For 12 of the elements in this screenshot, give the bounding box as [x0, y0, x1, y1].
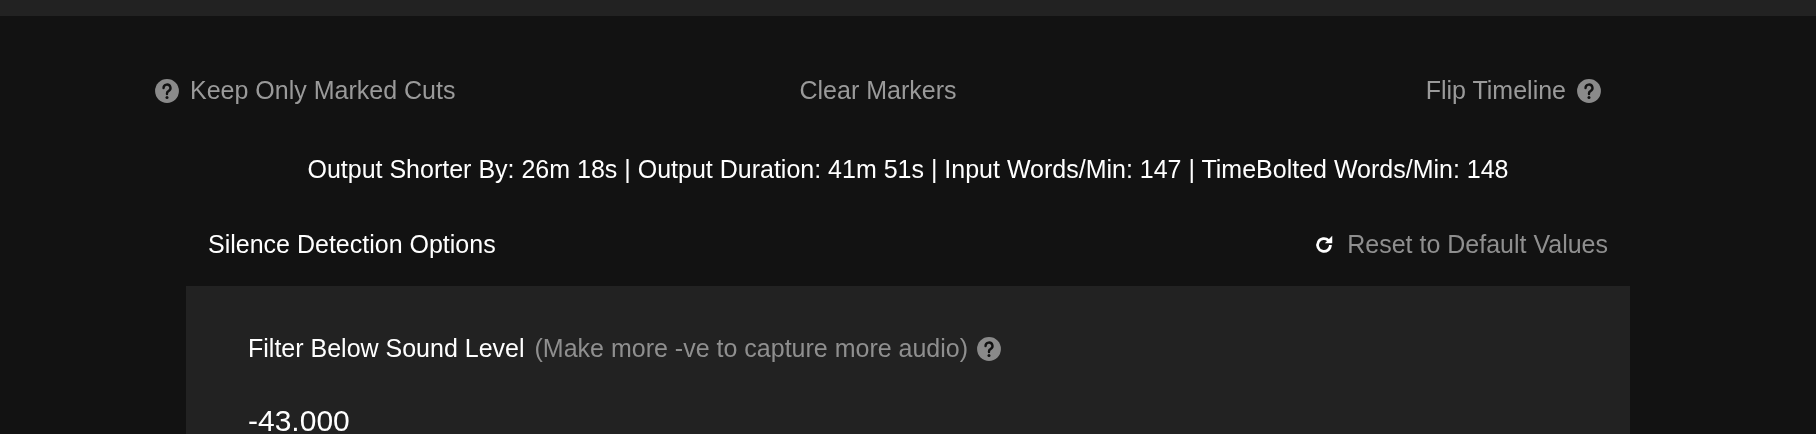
value-field[interactable]: -43.000: [248, 397, 448, 434]
reset-button[interactable]: Reset to Default Values: [1313, 226, 1608, 264]
help-icon[interactable]: [154, 78, 180, 104]
action-button[interactable]: Keep Only Marked Cuts: [154, 72, 637, 110]
output-summary: Output Shorter By: 26m 18s | Output Duration: 41m 51s | Input Words/Min: 147 | TimeBolted Words/Min: 148: [306, 154, 1510, 184]
field-label: Filter Below Sound Level: [248, 333, 525, 364]
action-button[interactable]: Clear Markers: [636, 72, 1120, 110]
field-hint: (Make more -ve to capture more audio): [534, 333, 969, 364]
section-title: Silence Detection Options: [208, 229, 496, 261]
action-button[interactable]: Flip Timeline: [1119, 72, 1602, 110]
help-icon[interactable]: [976, 335, 1003, 362]
help-icon[interactable]: [1576, 78, 1602, 104]
